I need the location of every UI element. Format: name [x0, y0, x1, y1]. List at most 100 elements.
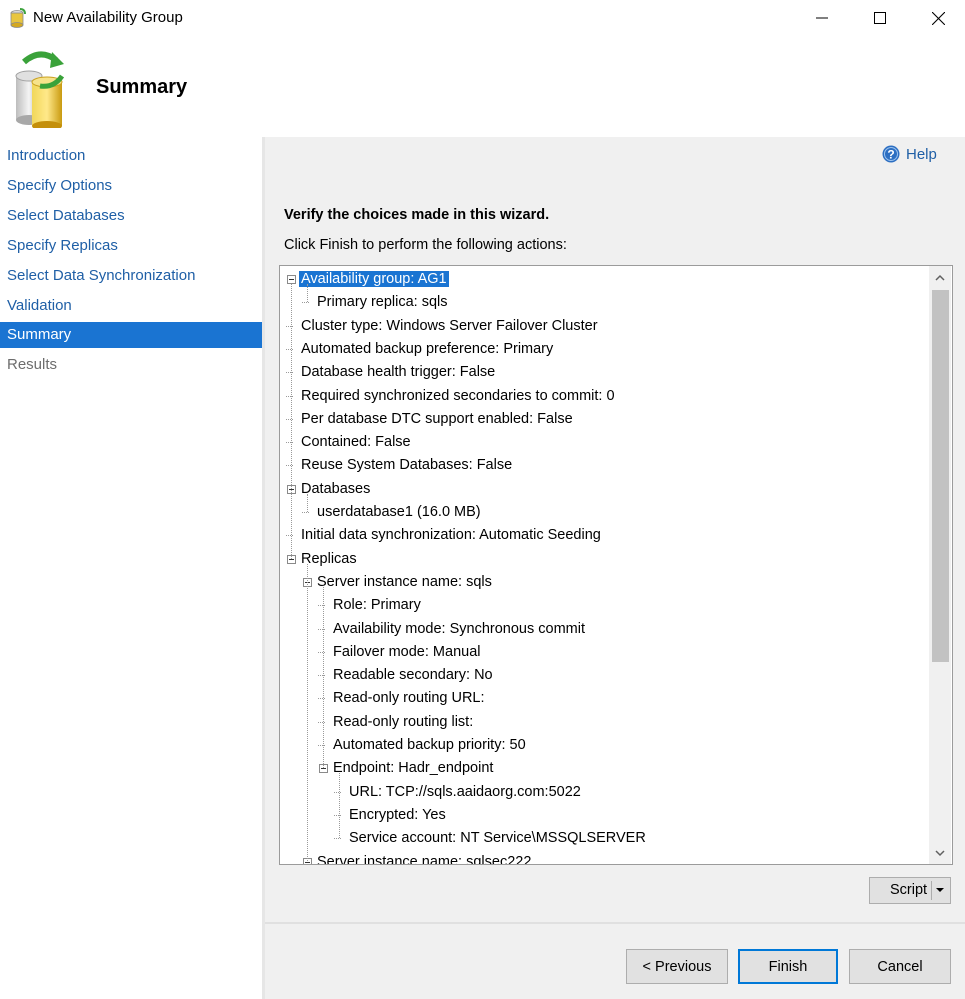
sidebar-item-summary[interactable]: Summary: [0, 322, 262, 348]
tree-node[interactable]: Automated backup preference: Primary: [301, 338, 553, 360]
tree-node-label: Reuse System Databases: False: [301, 457, 513, 474]
close-button[interactable]: [909, 0, 965, 36]
tree-node-label: Readable secondary: No: [333, 667, 493, 684]
maximize-button[interactable]: [851, 0, 909, 36]
tree-node-label: Role: Primary: [333, 597, 421, 614]
previous-button[interactable]: < Previous: [626, 949, 728, 984]
script-button[interactable]: Script: [869, 877, 951, 904]
tree-node[interactable]: Availability mode: Synchronous commit: [333, 618, 585, 640]
tree-node-label: Endpoint: Hadr_endpoint: [333, 760, 494, 777]
tree-connector: [302, 302, 309, 304]
tree-node[interactable]: Availability group: AG1: [299, 268, 449, 290]
help-link[interactable]: ? Help: [882, 145, 937, 163]
tree-connector: [302, 512, 309, 513]
wizard-header: Summary: [0, 36, 965, 137]
verify-heading: Verify the choices made in this wizard.: [284, 207, 550, 223]
sidebar-item-validation[interactable]: Validation: [0, 293, 262, 319]
main-panel: ? Help Verify the choices made in this w…: [265, 137, 965, 922]
tree-node[interactable]: Primary replica: sqls: [317, 291, 448, 313]
scroll-thumb[interactable]: [932, 290, 949, 662]
collapse-toggle-icon[interactable]: [287, 275, 296, 284]
tree-node[interactable]: Contained: False: [301, 431, 411, 453]
tree-node[interactable]: URL: TCP://sqls.aaidaorg.com:5022: [349, 781, 581, 803]
tree-node[interactable]: Readable secondary: No: [333, 664, 493, 686]
tree-node[interactable]: Endpoint: Hadr_endpoint: [333, 757, 493, 779]
tree-guide: [339, 773, 340, 839]
cancel-button[interactable]: Cancel: [849, 949, 951, 984]
tree-guide: [323, 586, 324, 769]
tree-guide: [307, 563, 308, 862]
sidebar-item-specify-options[interactable]: Specify Options: [0, 173, 262, 199]
tree-node[interactable]: Service account: NT Service\MSSQLSERVER: [349, 827, 646, 849]
sidebar-item-select-databases[interactable]: Select Databases: [0, 203, 262, 229]
tree-node-label: Automated backup priority: 50: [333, 737, 526, 753]
tree-node-label: Contained: False: [301, 434, 411, 451]
wizard-footer: < Previous Finish Cancel: [265, 924, 965, 999]
title-bar: New Availability Group: [0, 0, 965, 36]
sidebar-item-specify-replicas[interactable]: Specify Replicas: [0, 233, 262, 259]
scroll-up-button[interactable]: [929, 266, 951, 288]
tree-node[interactable]: userdatabase1 (16.0 MB): [317, 501, 481, 523]
tree-connector: [334, 838, 341, 840]
sidebar-item-introduction[interactable]: Introduction: [0, 143, 262, 169]
minimize-button[interactable]: [793, 0, 851, 36]
tree-node[interactable]: Replicas: [301, 548, 357, 570]
tree-node[interactable]: Encrypted: Yes: [349, 804, 446, 826]
tree-node[interactable]: Cluster type: Windows Server Failover Cl…: [301, 315, 598, 337]
tree-node-label: Initial data synchronization: Automatic …: [301, 527, 601, 544]
tree-node[interactable]: Read-only routing list:: [333, 711, 473, 733]
tree-node-label: Primary replica: sqls: [317, 294, 448, 311]
summary-tree[interactable]: Availability group: AG1 Primary replica: …: [279, 265, 953, 865]
tree-node[interactable]: Reuse System Databases: False: [301, 454, 512, 476]
tree-guide: [307, 493, 308, 512]
help-label[interactable]: Help: [906, 146, 937, 163]
tree-node-label: Availability group: AG1: [299, 271, 449, 287]
chevron-down-icon: [935, 849, 945, 856]
tree-node-label: Databases: [301, 480, 371, 497]
tree-node-label: Server instance name: sqlsec222: [317, 853, 532, 865]
tree-node-label: Service account: NT Service\MSSQLSERVER: [349, 830, 646, 847]
tree-node-label: Encrypted: Yes: [349, 806, 446, 823]
maximize-icon: [874, 12, 886, 24]
sidebar-item-select-data-synchronization[interactable]: Select Data Synchronization: [0, 263, 262, 289]
tree-node[interactable]: Failover mode: Manual: [333, 641, 481, 663]
tree-node-label: Server instance name: sqls: [317, 573, 492, 590]
tree-node[interactable]: Database health trigger: False: [301, 361, 495, 383]
page-title: Summary: [96, 76, 188, 98]
wizard-sidebar: Introduction Specify Options Select Data…: [0, 137, 262, 999]
database-sync-icon: [10, 8, 26, 28]
tree-node-label: userdatabase1 (16.0 MB): [317, 504, 481, 520]
tree-node-label: Automated backup preference: Primary: [301, 340, 554, 357]
tree-node-label: Cluster type: Windows Server Failover Cl…: [301, 317, 598, 334]
chevron-up-icon: [935, 274, 945, 281]
tree-node[interactable]: Read-only routing URL:: [333, 687, 485, 709]
svg-text:?: ?: [887, 148, 894, 162]
scroll-down-button[interactable]: [929, 842, 951, 864]
tree-node-label: Failover mode: Manual: [333, 643, 481, 660]
tree-node-label: Availability mode: Synchronous commit: [333, 620, 585, 637]
window-title: New Availability Group: [33, 9, 183, 26]
tree-node[interactable]: Databases: [301, 478, 370, 500]
tree-node[interactable]: Server instance name: sqls: [317, 571, 492, 593]
instruction-text: Click Finish to perform the following ac…: [284, 237, 567, 253]
tree-node[interactable]: Role: Primary: [333, 594, 421, 616]
script-label: Script: [890, 882, 928, 898]
tree-node-label: Read-only routing URL:: [333, 690, 485, 707]
tree-node-label: Per database DTC support enabled: False: [301, 410, 573, 427]
tree-node[interactable]: Automated backup priority: 50: [333, 734, 526, 756]
close-icon: [931, 11, 945, 25]
tree-node[interactable]: Required synchronized secondaries to com…: [301, 385, 615, 407]
help-icon: ?: [882, 145, 900, 163]
tree-node-label: Database health trigger: False: [301, 364, 496, 381]
tree-node[interactable]: Initial data synchronization: Automatic …: [301, 524, 601, 546]
script-separator: [931, 881, 932, 900]
tree-node-label: Read-only routing list:: [333, 713, 474, 730]
minimize-icon: [816, 17, 828, 19]
tree-node-label: Replicas: [301, 550, 357, 567]
vertical-scrollbar[interactable]: [929, 266, 951, 864]
tree-node[interactable]: Per database DTC support enabled: False: [301, 408, 573, 430]
dropdown-arrow-icon[interactable]: [936, 888, 944, 892]
sidebar-item-results: Results: [7, 356, 58, 373]
finish-button[interactable]: Finish: [738, 949, 838, 984]
tree-node[interactable]: Server instance name: sqlsec222: [317, 851, 532, 865]
